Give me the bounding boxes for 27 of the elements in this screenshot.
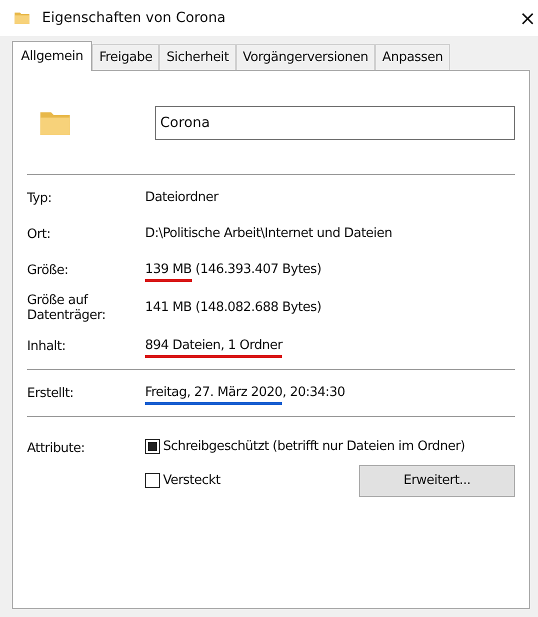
field-label: Erstellt: — [27, 386, 75, 400]
window-title: Eigenschaften von Corona — [42, 8, 227, 28]
tab[interactable]: Vorgängerversionen — [236, 44, 376, 70]
field-value: D:\Politische Arbeit\Internet und Dateien — [145, 225, 392, 244]
field-label: Inhalt: — [27, 338, 67, 354]
close-button[interactable]: × — [519, 8, 538, 28]
field-value: Freitag, 27. März 2020, 20:34:30 — [145, 383, 346, 403]
checkbox-label: Schreibgeschützt (betrifft nur Dateien im Ordner) — [163, 438, 465, 456]
tab[interactable]: Anpassen — [375, 44, 450, 70]
folder-icon — [14, 11, 30, 25]
tab[interactable]: Sicherheit — [159, 44, 236, 70]
field-label: Größe auf Datenträger: — [27, 293, 107, 323]
checkbox[interactable] — [145, 439, 160, 454]
checkbox-label: Versteckt — [163, 472, 220, 490]
tab[interactable]: Freigabe — [92, 44, 160, 70]
field-value: Dateiordner — [145, 189, 218, 208]
field-value: 894 Dateien, 1 Ordner — [145, 336, 282, 356]
field-value: 139 MB (146.393.407 Bytes) — [145, 260, 322, 280]
field-label: Attribute: — [27, 440, 86, 458]
name-field[interactable]: Corona — [155, 106, 515, 140]
checkbox[interactable] — [145, 473, 160, 488]
field-value: 141 MB (148.082.688 Bytes) — [145, 299, 322, 318]
field-label: Typ: — [27, 190, 53, 206]
advanced-button[interactable]: Erweitert... — [359, 464, 515, 496]
field-label: Größe: — [27, 262, 70, 278]
tab[interactable]: Allgemein — [12, 41, 92, 71]
field-label: Ort: — [27, 226, 52, 242]
